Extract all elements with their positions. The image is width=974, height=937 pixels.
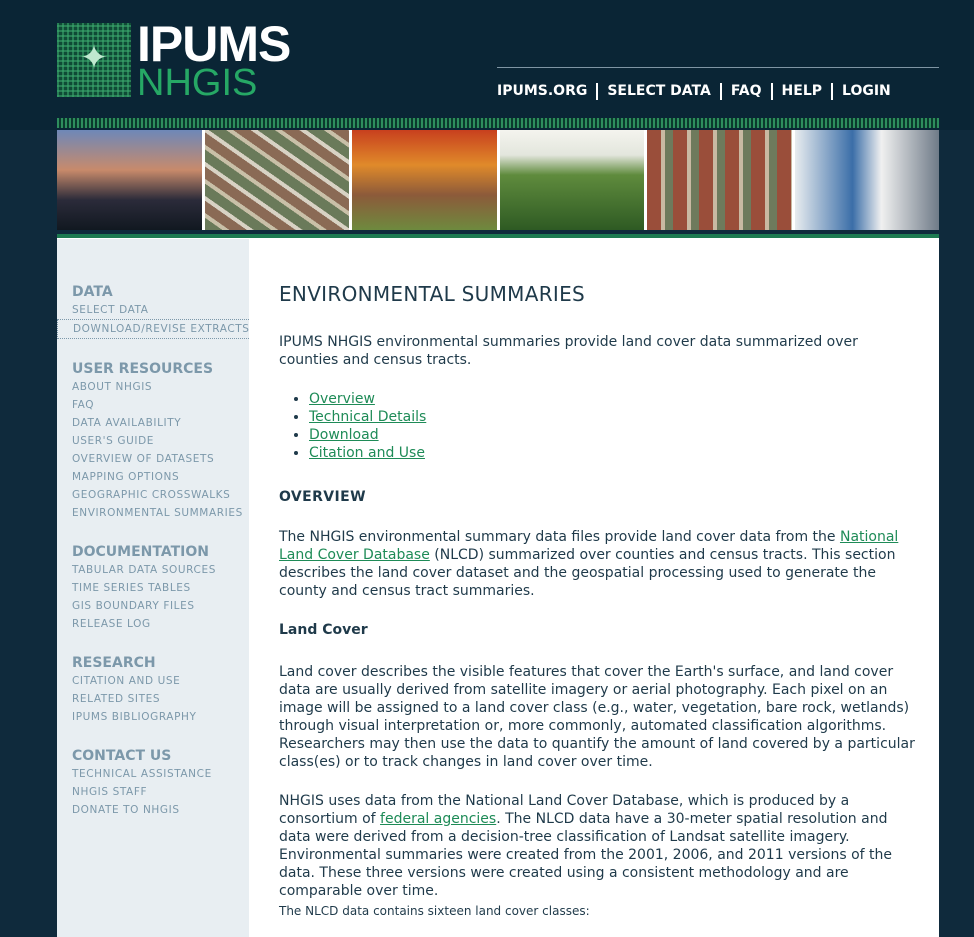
sidebar-heading-documentation[interactable]: DOCUMENTATION: [57, 543, 249, 561]
sidebar-item-geographic-crosswalks[interactable]: GEOGRAPHIC CROSSWALKS: [57, 486, 249, 504]
toc-link-download[interactable]: Download: [309, 427, 379, 443]
page-title: ENVIRONMENTAL SUMMARIES: [279, 282, 586, 306]
sidebar-heading-contact-us[interactable]: CONTACT US: [57, 747, 249, 765]
toc-item: Citation and Use: [309, 444, 426, 462]
sidebar-item-about-nhgis[interactable]: ABOUT NHGIS: [57, 378, 249, 396]
overview-heading: OVERVIEW: [279, 489, 366, 505]
nav-help[interactable]: HELP: [770, 83, 831, 100]
sidebar-item-release-log[interactable]: RELEASE LOG: [57, 615, 249, 633]
sidebar-item-related-sites[interactable]: RELATED SITES: [57, 690, 249, 708]
sidebar-section-user-resources: USER RESOURCES ABOUT NHGIS FAQ DATA AVAI…: [57, 360, 249, 522]
photo-factory-worker: [794, 130, 939, 230]
compass-star-icon: ✦: [57, 23, 131, 97]
photo-autumn-farmhouse: [352, 130, 497, 230]
sidebar-item-ipums-bibliography[interactable]: IPUMS BIBLIOGRAPHY: [57, 708, 249, 726]
intro-paragraph: IPUMS NHGIS environmental summaries prov…: [279, 334, 858, 368]
page-body: DATA SELECT DATA DOWNLOAD/REVISE EXTRACT…: [57, 239, 939, 937]
sidebar-item-environmental-summaries[interactable]: ENVIRONMENTAL SUMMARIES: [57, 504, 249, 522]
sidebar-heading-research[interactable]: RESEARCH: [57, 654, 249, 672]
sidebar-section-documentation: DOCUMENTATION TABULAR DATA SOURCES TIME …: [57, 543, 249, 633]
nlcd-paragraph: NHGIS uses data from the National Land C…: [279, 792, 915, 900]
sidebar-item-nhgis-staff[interactable]: NHGIS STAFF: [57, 783, 249, 801]
sidebar-heading-data[interactable]: DATA: [57, 283, 249, 301]
federal-agencies-link[interactable]: federal agencies: [380, 811, 496, 827]
toc-link-technical-details[interactable]: Technical Details: [309, 409, 426, 425]
nav-faq[interactable]: FAQ: [719, 83, 771, 100]
sidebar-item-donate-to-nhgis[interactable]: DONATE TO NHGIS: [57, 801, 249, 819]
overview-text-before: The NHGIS environmental summary data fil…: [279, 529, 840, 545]
land-cover-classes-intro: The NLCD data contains sixteen land cove…: [279, 904, 590, 918]
land-cover-paragraph: Land cover describes the visible feature…: [279, 664, 915, 770]
sidebar-item-overview-of-datasets[interactable]: OVERVIEW OF DATASETS: [57, 450, 249, 468]
nav-ipums-org[interactable]: IPUMS.ORG: [497, 83, 596, 100]
sidebar-section-research: RESEARCH CITATION AND USE RELATED SITES …: [57, 654, 249, 726]
sidebar-item-users-guide[interactable]: USER'S GUIDE: [57, 432, 249, 450]
sidebar: DATA SELECT DATA DOWNLOAD/REVISE EXTRACT…: [57, 239, 249, 937]
sidebar-item-select-data[interactable]: SELECT DATA: [57, 301, 249, 319]
sidebar-item-technical-assistance[interactable]: TECHNICAL ASSISTANCE: [57, 765, 249, 783]
header-pattern-band: [57, 118, 939, 128]
toc-item: Technical Details: [309, 408, 426, 426]
sidebar-section-contact-us: CONTACT US TECHNICAL ASSISTANCE NHGIS ST…: [57, 747, 249, 819]
toc-item: Download: [309, 426, 426, 444]
toc-link-citation-and-use[interactable]: Citation and Use: [309, 445, 425, 461]
top-navigation: IPUMS.ORG SELECT DATA FAQ HELP LOGIN: [497, 67, 939, 100]
sidebar-heading-user-resources[interactable]: USER RESOURCES: [57, 360, 249, 378]
photo-rowhouses: [647, 130, 792, 230]
land-cover-heading: Land Cover: [279, 622, 368, 638]
sidebar-item-citation-and-use[interactable]: CITATION AND USE: [57, 672, 249, 690]
sidebar-item-gis-boundary-files[interactable]: GIS BOUNDARY FILES: [57, 597, 249, 615]
logo-nhgis-text: NHGIS: [137, 62, 258, 104]
sidebar-item-mapping-options[interactable]: MAPPING OPTIONS: [57, 468, 249, 486]
photo-field-workers: [499, 130, 644, 230]
header-photo-strip: [57, 130, 939, 230]
sidebar-item-time-series-tables[interactable]: TIME SERIES TABLES: [57, 579, 249, 597]
sidebar-item-download-revise-extracts[interactable]: DOWNLOAD/REVISE EXTRACTS: [57, 319, 249, 339]
sidebar-item-tabular-data-sources[interactable]: TABULAR DATA SOURCES: [57, 561, 249, 579]
sidebar-item-faq[interactable]: FAQ: [57, 396, 249, 414]
ipums-nhgis-logo[interactable]: ✦ IPUMS NHGIS: [57, 17, 321, 104]
photo-suburban-aerial: [204, 130, 349, 230]
toc-link-overview[interactable]: Overview: [309, 391, 375, 407]
toc-item: Overview: [309, 390, 426, 408]
photo-city-skyline: [57, 130, 202, 230]
nav-login[interactable]: LOGIN: [831, 83, 900, 100]
site-header: ✦ IPUMS NHGIS IPUMS.ORG SELECT DATA FAQ HEL…: [0, 0, 974, 130]
table-of-contents: Overview Technical Details Download Cita…: [279, 390, 426, 462]
sidebar-item-data-availability[interactable]: DATA AVAILABILITY: [57, 414, 249, 432]
overview-paragraph: The NHGIS environmental summary data fil…: [279, 528, 915, 600]
sidebar-section-data: DATA SELECT DATA DOWNLOAD/REVISE EXTRACT…: [57, 283, 249, 339]
nav-select-data[interactable]: SELECT DATA: [596, 83, 720, 100]
